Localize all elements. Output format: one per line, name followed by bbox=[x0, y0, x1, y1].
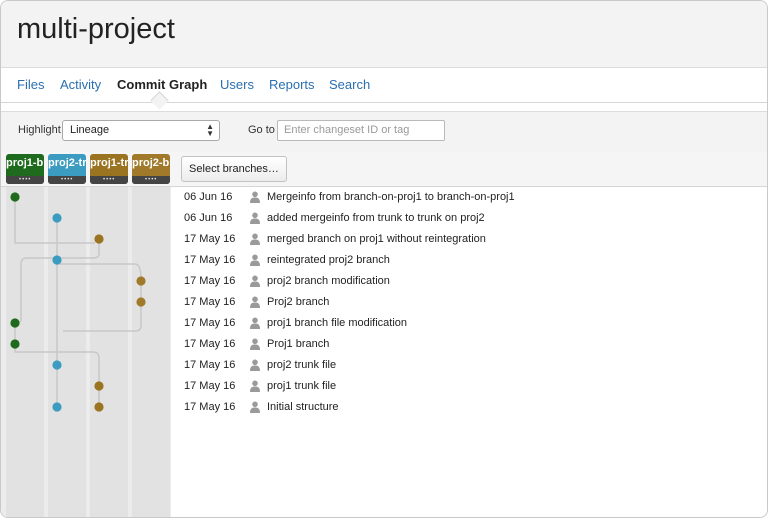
tab-users[interactable]: Users bbox=[220, 77, 254, 92]
user-avatar-icon bbox=[250, 212, 260, 224]
commit-message[interactable]: reintegrated proj2 branch bbox=[267, 254, 390, 266]
user-avatar-icon bbox=[250, 254, 260, 266]
commit-node[interactable] bbox=[52, 213, 62, 223]
user-avatar-icon bbox=[250, 275, 260, 287]
user-avatar-icon bbox=[250, 191, 260, 203]
commit-date: 17 May 16 bbox=[184, 254, 236, 266]
commit-node[interactable] bbox=[52, 360, 62, 370]
graph-nodes bbox=[10, 192, 146, 412]
goto-changeset-input[interactable]: Enter changeset ID or tag bbox=[277, 120, 445, 141]
select-branches-button[interactable]: Select branches… bbox=[181, 156, 287, 182]
commit-message[interactable]: Initial structure bbox=[267, 401, 339, 413]
commit-node[interactable] bbox=[136, 297, 146, 307]
user-avatar-icon bbox=[250, 359, 260, 371]
graph-edges bbox=[14, 197, 142, 407]
commit-message[interactable]: proj2 branch modification bbox=[267, 275, 390, 287]
commit-message[interactable]: Proj2 branch bbox=[267, 296, 329, 308]
commit-date: 06 Jun 16 bbox=[184, 212, 233, 224]
commit-date: 06 Jun 16 bbox=[184, 191, 233, 203]
commit-node[interactable] bbox=[52, 402, 62, 412]
commit-message[interactable]: Proj1 branch bbox=[267, 338, 329, 350]
commit-node[interactable] bbox=[94, 402, 104, 412]
commit-node[interactable] bbox=[94, 381, 104, 391]
commit-date: 17 May 16 bbox=[184, 317, 236, 329]
graph-edge bbox=[63, 302, 142, 332]
commit-message[interactable]: proj2 trunk file bbox=[267, 359, 336, 371]
tab-search[interactable]: Search bbox=[329, 77, 370, 92]
commit-node[interactable] bbox=[10, 339, 20, 349]
commit-message[interactable]: proj1 branch file modification bbox=[267, 317, 407, 329]
tab-reports[interactable]: Reports bbox=[269, 77, 315, 92]
user-avatar-icon bbox=[250, 296, 260, 308]
user-avatar-icon bbox=[250, 233, 260, 245]
commit-message[interactable]: proj1 trunk file bbox=[267, 380, 336, 392]
goto-label: Go to bbox=[248, 124, 275, 136]
app-window: multi-project Files Activity Commit Grap… bbox=[0, 0, 768, 518]
commit-date: 17 May 16 bbox=[184, 275, 236, 287]
commit-node[interactable] bbox=[10, 192, 20, 202]
commit-node[interactable] bbox=[52, 255, 62, 265]
user-avatar-icon bbox=[250, 401, 260, 413]
commit-date: 17 May 16 bbox=[184, 296, 236, 308]
commit-node[interactable] bbox=[136, 276, 146, 286]
commit-date: 17 May 16 bbox=[184, 359, 236, 371]
graph-edge bbox=[57, 263, 142, 302]
goto-placeholder: Enter changeset ID or tag bbox=[284, 124, 410, 136]
commit-date: 17 May 16 bbox=[184, 380, 236, 392]
commit-message[interactable]: added mergeinfo from trunk to trunk on p… bbox=[267, 212, 485, 224]
user-avatar-icon bbox=[250, 317, 260, 329]
user-avatar-icon bbox=[250, 380, 260, 392]
commit-graph bbox=[10, 192, 146, 412]
commit-date: 17 May 16 bbox=[184, 233, 236, 245]
commit-message[interactable]: merged branch on proj1 without reintegra… bbox=[267, 233, 486, 245]
user-avatar-icon bbox=[250, 338, 260, 350]
commit-date: 17 May 16 bbox=[184, 338, 236, 350]
commit-message[interactable]: Mergeinfo from branch-on-proj1 to branch… bbox=[267, 191, 515, 203]
commit-node[interactable] bbox=[10, 318, 20, 328]
commit-node[interactable] bbox=[94, 234, 104, 244]
select-arrows-icon: ▲ ▼ bbox=[206, 122, 214, 138]
commit-date: 17 May 16 bbox=[184, 401, 236, 413]
